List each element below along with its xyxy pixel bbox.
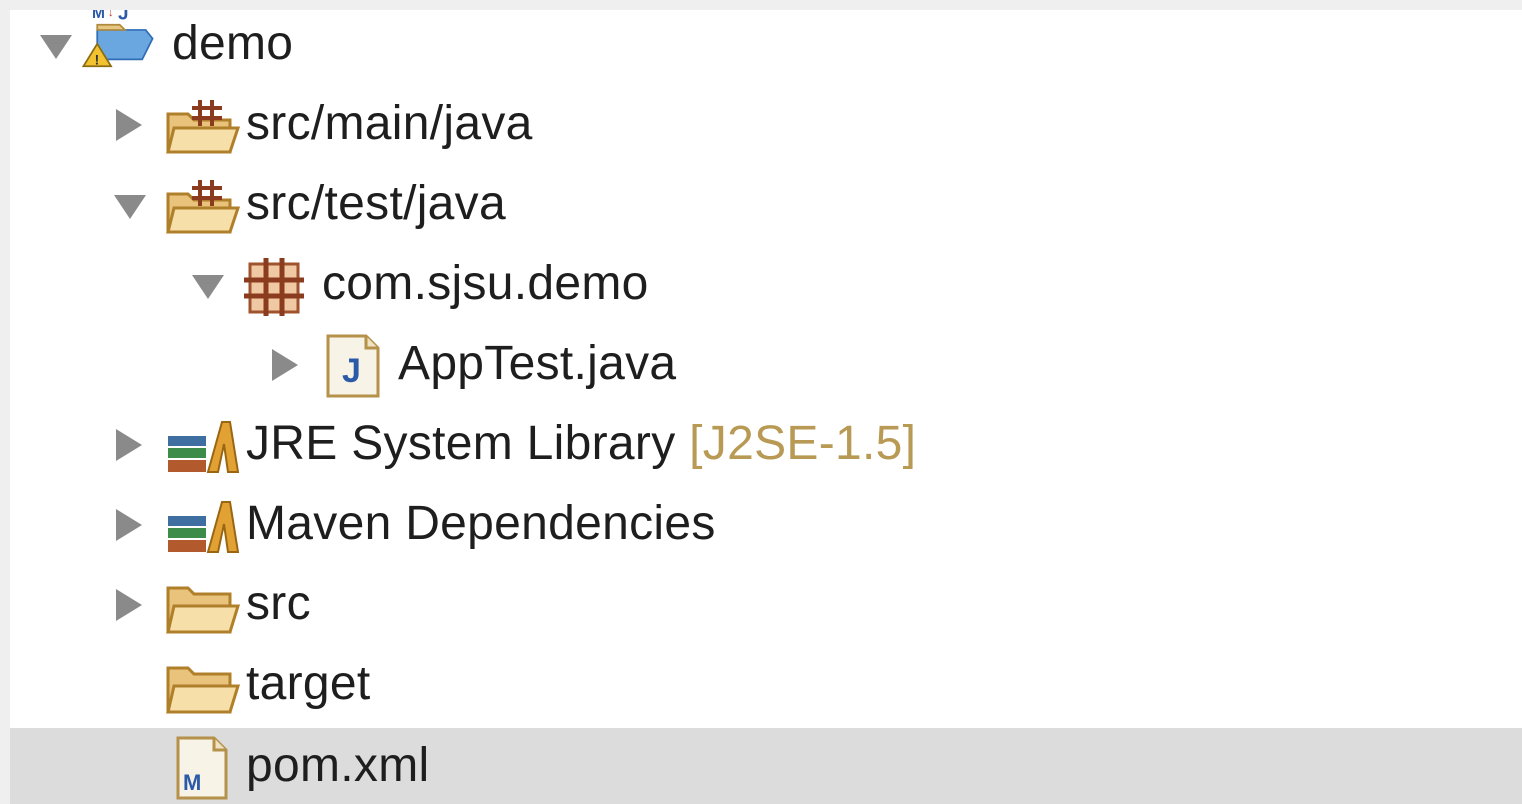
tree-item-jre-system-library[interactable]: JRE System Library [J2SE-1.5] [10, 404, 1522, 484]
project-explorer-tree: M ↓ J ! demo src/main/java src/test/java… [10, 10, 1522, 804]
svg-text:J: J [342, 352, 361, 390]
folder-icon [166, 586, 240, 634]
tree-item-label: Maven Dependencies [246, 497, 716, 550]
collapsed-twisty-icon[interactable] [110, 505, 150, 545]
pom-file-icon: M [176, 736, 228, 800]
library-icon [168, 501, 240, 553]
collapsed-twisty-icon[interactable] [110, 425, 150, 465]
collapsed-twisty-icon[interactable] [110, 585, 150, 625]
tree-item-label: target [246, 657, 371, 710]
collapsed-twisty-icon[interactable] [110, 105, 150, 145]
jre-version-decoration: [J2SE-1.5] [689, 417, 917, 470]
tree-item-src-main-java[interactable]: src/main/java [10, 84, 1522, 164]
tree-item-label: demo [172, 17, 294, 70]
tree-item-label: src [246, 577, 311, 630]
tree-item-src-test-java[interactable]: src/test/java [10, 164, 1522, 244]
expanded-twisty-icon[interactable] [36, 25, 76, 65]
package-icon [244, 258, 304, 316]
svg-text:M: M [92, 10, 105, 22]
tree-item-label: AppTest.java [398, 337, 677, 390]
expanded-twisty-icon[interactable] [188, 265, 228, 305]
tree-item-src[interactable]: src [10, 564, 1522, 644]
tree-item-package[interactable]: com.sjsu.demo [10, 244, 1522, 324]
source-folder-icon [166, 180, 240, 234]
java-file-icon: J [326, 334, 380, 398]
tree-item-label: src/test/java [246, 177, 506, 230]
tree-item-demo[interactable]: M ↓ J ! demo [10, 10, 1522, 84]
svg-text:↓: ↓ [108, 10, 114, 19]
tree-item-pom-xml[interactable]: M pom.xml [10, 728, 1522, 804]
tree-item-label: pom.xml [246, 739, 430, 792]
folder-icon [166, 666, 240, 714]
expanded-twisty-icon[interactable] [110, 185, 150, 225]
tree-item-apptest-java[interactable]: J AppTest.java [10, 324, 1522, 404]
collapsed-twisty-icon[interactable] [266, 345, 306, 385]
tree-item-maven-dependencies[interactable]: Maven Dependencies [10, 484, 1522, 564]
tree-item-label: src/main/java [246, 97, 533, 150]
tree-item-label: com.sjsu.demo [322, 257, 649, 310]
tree-item-target[interactable]: target [10, 644, 1522, 724]
source-folder-icon [166, 100, 240, 154]
tree-item-label: JRE System Library [J2SE-1.5] [246, 412, 916, 476]
svg-text:M: M [183, 770, 201, 795]
library-name: JRE System Library [246, 417, 676, 470]
svg-text:J: J [118, 10, 129, 25]
svg-text:!: ! [95, 52, 100, 68]
library-icon [168, 421, 240, 473]
maven-project-warning-icon: M ↓ J ! [81, 10, 154, 68]
